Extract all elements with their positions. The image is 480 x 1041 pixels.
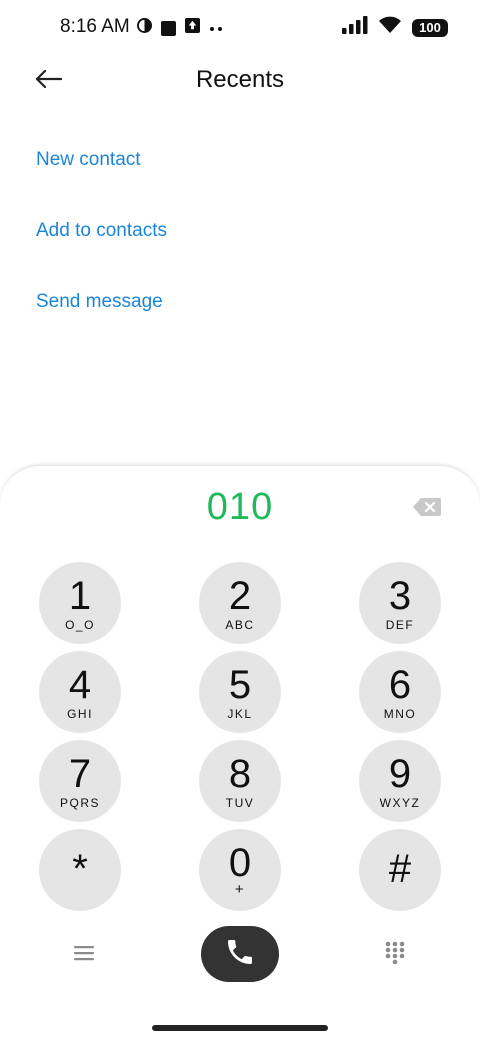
key-letters: PQRS <box>59 796 100 810</box>
key-digit: # <box>388 847 412 891</box>
key-hash[interactable]: # <box>359 829 441 911</box>
dialed-number[interactable]: 010 <box>0 486 480 529</box>
key-digit: 3 <box>388 574 412 618</box>
key-2[interactable]: 2 ABC <box>199 562 281 644</box>
status-time: 8:16 AM <box>60 16 130 37</box>
menu-button[interactable] <box>66 940 102 970</box>
dialpad-toggle-button[interactable] <box>378 938 412 972</box>
menu-icon <box>74 945 94 966</box>
key-0[interactable]: 0 + <box>199 829 281 911</box>
key-5[interactable]: 5 JKL <box>199 651 281 733</box>
key-digit: 8 <box>228 752 252 796</box>
key-letters: WXYZ <box>379 796 421 810</box>
key-letters: MNO <box>383 707 417 721</box>
key-letters: O_O <box>65 618 95 632</box>
key-3[interactable]: 3 DEF <box>359 562 441 644</box>
key-letters: GHI <box>67 707 93 721</box>
square-notification-icon <box>161 20 176 36</box>
wifi-icon <box>378 16 402 39</box>
key-digit: 2 <box>228 574 252 618</box>
status-bar: 8:16 AM 100 <box>0 0 480 56</box>
key-digit: * <box>72 847 88 891</box>
key-star[interactable]: * <box>39 829 121 911</box>
call-button[interactable] <box>201 926 279 982</box>
send-message-link[interactable]: Send message <box>36 291 163 313</box>
key-digit: 1 <box>68 574 92 618</box>
battery-icon: 100 <box>412 18 448 37</box>
key-8[interactable]: 8 TUV <box>199 740 281 822</box>
key-9[interactable]: 9 WXYZ <box>359 740 441 822</box>
phone-icon <box>224 936 256 973</box>
key-7[interactable]: 7 PQRS <box>39 740 121 822</box>
upload-notification-icon <box>185 18 200 38</box>
add-to-contacts-link[interactable]: Add to contacts <box>36 220 167 242</box>
backspace-icon <box>412 498 442 522</box>
notification-icons <box>137 18 223 38</box>
key-digit: 6 <box>388 663 412 707</box>
key-1[interactable]: 1 O_O <box>39 562 121 644</box>
key-letters: TUV <box>225 796 255 810</box>
system-icons: 100 <box>342 16 448 39</box>
more-dots-icon <box>209 19 223 37</box>
key-letters: JKL <box>227 707 253 721</box>
key-4[interactable]: 4 GHI <box>39 651 121 733</box>
dialpad-icon <box>385 941 405 970</box>
key-letters: + <box>234 881 246 898</box>
key-digit: 9 <box>388 752 412 796</box>
new-contact-link[interactable]: New contact <box>36 149 141 171</box>
moon-half-icon <box>137 18 152 38</box>
signal-icon <box>342 16 368 39</box>
key-digit: 0 <box>228 841 252 885</box>
key-letters: DEF <box>385 618 415 632</box>
page-title: Recents <box>195 66 285 93</box>
key-letters: ABC <box>225 618 255 632</box>
home-indicator[interactable] <box>152 1025 328 1031</box>
key-digit: 5 <box>228 663 252 707</box>
key-digit: 7 <box>68 752 92 796</box>
key-digit: 4 <box>68 663 92 707</box>
key-6[interactable]: 6 MNO <box>359 651 441 733</box>
backspace-button[interactable] <box>412 496 442 518</box>
